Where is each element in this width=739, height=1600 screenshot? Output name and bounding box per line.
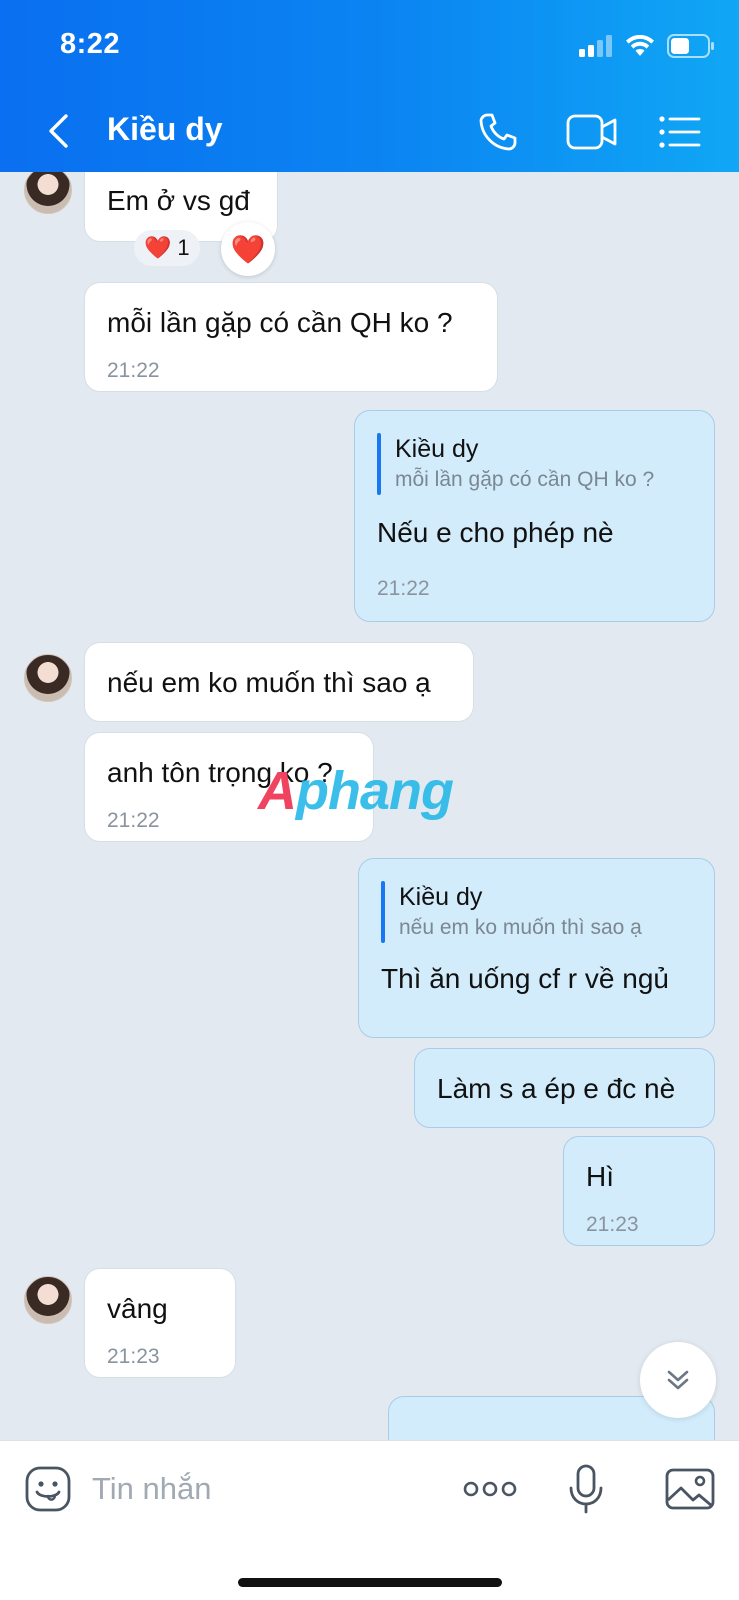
message-text: nếu em ko muốn thì sao ạ bbox=[107, 667, 431, 698]
more-options-button[interactable] bbox=[460, 1459, 520, 1519]
quote-bar bbox=[377, 433, 381, 495]
message-bubble-incoming[interactable]: nếu em ko muốn thì sao ạ bbox=[84, 642, 474, 722]
message-bubble-outgoing[interactable]: Kiều dy mỗi lần gặp có cần QH ko ? Nếu e… bbox=[354, 410, 715, 622]
quote-bar bbox=[381, 881, 385, 943]
message-time: 21:22 bbox=[107, 809, 160, 832]
reaction-count-value: 1 bbox=[177, 235, 190, 260]
battery-icon bbox=[667, 34, 714, 58]
conversation-title[interactable]: Kiều dy bbox=[107, 111, 223, 148]
signal-icon bbox=[579, 35, 612, 57]
scroll-to-bottom-button[interactable] bbox=[640, 1342, 716, 1418]
message-text: Thì ăn uống cf r về ngủ bbox=[381, 963, 669, 994]
status-time: 8:22 bbox=[60, 28, 121, 60]
send-image-button[interactable] bbox=[660, 1459, 720, 1519]
message-text: anh tôn trọng ko ? bbox=[107, 757, 333, 788]
avatar[interactable] bbox=[24, 172, 72, 214]
message-bubble-incoming[interactable]: vâng 21:23 bbox=[84, 1268, 236, 1378]
message-list[interactable]: Em ở vs gđ ❤️ 1 ❤️ mỗi lần gặp có cần QH… bbox=[0, 172, 739, 1440]
message-bubble-incoming[interactable]: anh tôn trọng ko ? 21:22 bbox=[84, 732, 374, 842]
quote-text: mỗi lần gặp có cần QH ko ? bbox=[395, 468, 655, 491]
quote-sender: Kiều dy bbox=[395, 435, 479, 463]
wifi-icon bbox=[626, 35, 654, 56]
message-text: mỗi lần gặp có cần QH ko ? bbox=[107, 307, 453, 338]
message-time: 21:23 bbox=[107, 1345, 160, 1368]
message-time: 21:23 bbox=[586, 1213, 639, 1236]
message-text: Làm s a ép e đc nè bbox=[437, 1073, 676, 1104]
image-gallery-icon bbox=[665, 1468, 715, 1510]
message-text: Nếu e cho phép nè bbox=[377, 517, 614, 548]
message-input[interactable] bbox=[92, 1467, 422, 1511]
quote-sender: Kiều dy bbox=[399, 883, 483, 911]
status-icons bbox=[579, 32, 715, 60]
video-call-button[interactable] bbox=[562, 106, 622, 158]
chevron-left-icon bbox=[49, 114, 68, 148]
message-time: 21:22 bbox=[377, 577, 430, 600]
video-camera-icon bbox=[566, 114, 617, 150]
list-menu-icon bbox=[659, 116, 701, 148]
quote-text: nếu em ko muốn thì sao ạ bbox=[399, 916, 642, 939]
heart-icon: ❤️ bbox=[230, 233, 266, 265]
more-dots-icon bbox=[463, 1481, 517, 1497]
quoted-message[interactable]: Kiều dy nếu em ko muốn thì sao ạ bbox=[381, 881, 692, 943]
avatar[interactable] bbox=[24, 654, 72, 702]
sticker-button[interactable] bbox=[24, 1465, 72, 1513]
message-bubble-outgoing[interactable]: Làm s a ép e đc nè bbox=[414, 1048, 715, 1128]
chat-header: 8:22 Kiều dy bbox=[0, 0, 739, 172]
microphone-icon bbox=[569, 1464, 603, 1514]
message-composer bbox=[0, 1440, 739, 1600]
message-bubble-outgoing[interactable]: Kiều dy nếu em ko muốn thì sao ạ Thì ăn … bbox=[358, 858, 715, 1038]
message-text: Em ở vs gđ bbox=[107, 185, 250, 216]
double-chevron-down-icon bbox=[667, 1370, 689, 1390]
sticker-face-icon bbox=[25, 1466, 71, 1512]
reaction-count[interactable]: ❤️ 1 bbox=[134, 230, 200, 266]
message-bubble-outgoing[interactable]: Hì 21:23 bbox=[563, 1136, 715, 1246]
phone-icon bbox=[479, 113, 517, 151]
back-button[interactable] bbox=[40, 108, 76, 154]
message-time: 21:22 bbox=[107, 359, 160, 382]
react-button[interactable]: ❤️ bbox=[221, 222, 275, 276]
home-indicator bbox=[238, 1578, 502, 1587]
message-text: Hì bbox=[586, 1161, 614, 1192]
avatar[interactable] bbox=[24, 1276, 72, 1324]
heart-icon: ❤️ bbox=[144, 235, 172, 260]
voice-message-button[interactable] bbox=[556, 1459, 616, 1519]
message-bubble-incoming[interactable]: mỗi lần gặp có cần QH ko ? 21:22 bbox=[84, 282, 498, 392]
message-text: vâng bbox=[107, 1293, 168, 1324]
conversation-menu-button[interactable] bbox=[654, 106, 706, 158]
voice-call-button[interactable] bbox=[472, 106, 524, 158]
quoted-message[interactable]: Kiều dy mỗi lần gặp có cần QH ko ? bbox=[377, 433, 692, 495]
